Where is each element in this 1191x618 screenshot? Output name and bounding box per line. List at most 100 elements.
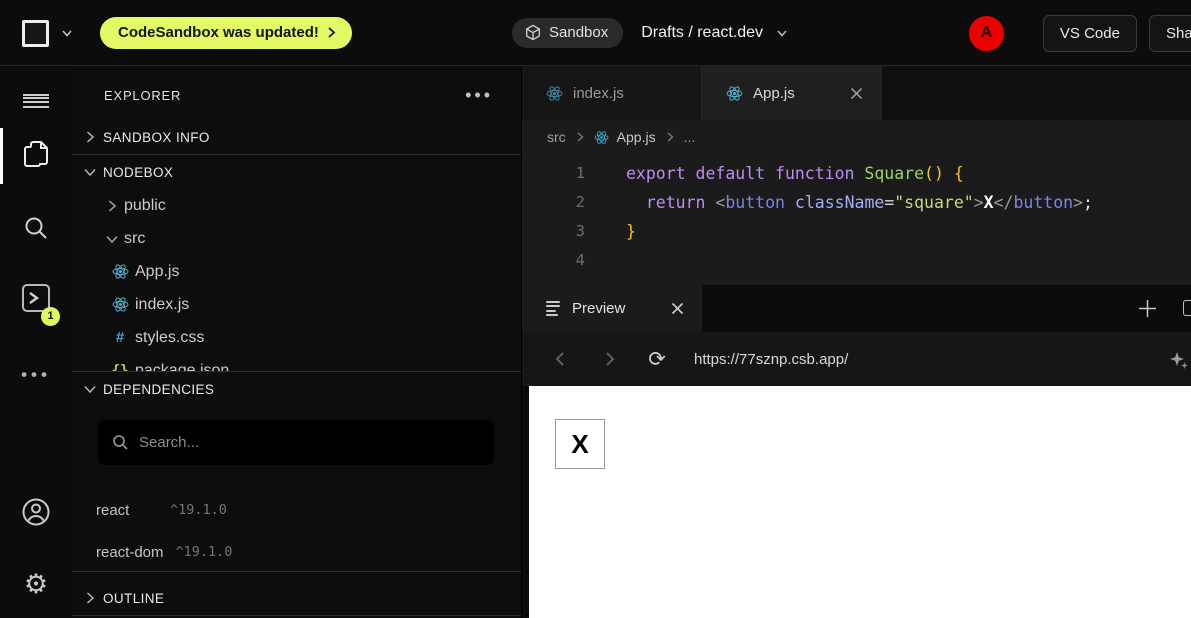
code-line[interactable]: 1export default function Square() {: [522, 159, 1191, 188]
section-label: OUTLINE: [103, 591, 164, 606]
dependency-react[interactable]: react ^19.1.0: [72, 489, 521, 531]
refresh-icon[interactable]: ⟳: [642, 347, 672, 372]
code-line-content: [585, 246, 626, 275]
preview-url[interactable]: https://77sznp.csb.app/: [694, 351, 848, 368]
editor-tab-bar: index.js App.js: [522, 66, 1191, 120]
chevron-right-icon: [103, 197, 121, 215]
breadcrumb-item[interactable]: src: [547, 129, 566, 145]
dependency-version: ^19.1.0: [170, 502, 227, 518]
split-view-icon[interactable]: [1183, 300, 1191, 316]
terminal-icon[interactable]: 1: [0, 283, 72, 317]
search-icon: [112, 434, 129, 451]
vs-code-button[interactable]: VS Code: [1043, 15, 1137, 52]
code-line[interactable]: 3}: [522, 217, 1191, 246]
tree-folder-public[interactable]: public: [72, 189, 521, 222]
close-icon[interactable]: [850, 87, 863, 100]
chevron-right-icon: [81, 128, 99, 146]
editor-tab-index.js[interactable]: index.js: [522, 66, 702, 120]
more-options-icon[interactable]: •••: [0, 358, 72, 392]
breadcrumb-separator-icon: [664, 131, 676, 143]
code-line[interactable]: 2 return <button className="square">X</b…: [522, 188, 1191, 217]
file-label: index.js: [135, 296, 189, 314]
breadcrumb-item[interactable]: App.js: [617, 129, 656, 145]
chevron-down-icon: [81, 380, 99, 398]
code-line[interactable]: 4: [522, 246, 1191, 275]
preview-url-bar: ⟳ https://77sznp.csb.app/: [522, 332, 1191, 386]
activity-bar: 1 ••• ⚙: [0, 66, 72, 618]
breadcrumb-separator-icon: [574, 131, 586, 143]
dependency-react-dom[interactable]: react-dom ^19.1.0: [72, 531, 521, 573]
main-area: 1 ••• ⚙ EXPLORER ••• SANDBOX INFO: [0, 66, 1191, 618]
react-file-icon: [546, 85, 563, 102]
dependency-name: react: [96, 502, 158, 519]
topbar-left-group: CodeSandbox was updated!: [22, 0, 352, 66]
section-sandbox-info[interactable]: SANDBOX INFO: [72, 122, 521, 152]
back-icon[interactable]: [546, 350, 576, 368]
tab-label: index.js: [573, 85, 624, 102]
react-file-icon: [111, 296, 129, 313]
update-banner-button[interactable]: CodeSandbox was updated!: [100, 17, 352, 49]
topbar-right-group: A VS Code Share: [969, 0, 1191, 66]
settings-gear-icon[interactable]: ⚙: [0, 567, 72, 601]
dependency-search: [98, 420, 494, 465]
terminal-badge: 1: [41, 307, 60, 326]
forward-icon[interactable]: [594, 350, 624, 368]
dependency-name: react-dom: [96, 544, 164, 561]
divider: [72, 615, 521, 616]
avatar-letter: A: [981, 24, 993, 42]
preview-tab-label: Preview: [572, 300, 625, 317]
sandbox-type-badge[interactable]: Sandbox: [512, 18, 623, 48]
preview-tab[interactable]: Preview: [522, 285, 702, 332]
line-number: 1: [522, 159, 585, 188]
section-dependencies[interactable]: DEPENDENCIES: [72, 374, 521, 404]
react-file-icon: [111, 263, 129, 280]
section-label: SANDBOX INFO: [103, 130, 210, 145]
code-line-content: export default function Square() {: [585, 159, 964, 188]
tree-file-index.js[interactable]: index.js: [72, 288, 521, 321]
sandbox-badge-label: Sandbox: [549, 24, 608, 41]
react-file-icon: [594, 130, 609, 145]
chevron-down-icon: [103, 230, 121, 248]
user-avatar[interactable]: A: [969, 16, 1004, 51]
tree-file-package.json[interactable]: {}package.json: [72, 354, 521, 371]
folder-label: public: [124, 197, 166, 215]
preview-tab-bar: Preview: [522, 285, 1191, 332]
account-icon[interactable]: [0, 495, 72, 529]
code-line-content: }: [585, 217, 636, 246]
section-label: DEPENDENCIES: [103, 382, 214, 397]
dependency-search-input[interactable]: [139, 434, 480, 451]
file-label: package.json: [135, 362, 229, 372]
line-number: 2: [522, 188, 585, 217]
tab-label: App.js: [753, 85, 795, 102]
top-bar: CodeSandbox was updated! Sandbox Drafts …: [0, 0, 1191, 66]
project-breadcrumb[interactable]: Drafts / react.dev: [641, 24, 789, 42]
chevron-down-icon: [81, 163, 99, 181]
explorer-sidebar: EXPLORER ••• SANDBOX INFO NODEBOX public…: [72, 66, 521, 618]
add-preview-icon[interactable]: [1138, 285, 1157, 332]
square-game-button[interactable]: X: [555, 419, 605, 469]
section-label: NODEBOX: [103, 165, 173, 180]
menu-hamburger-icon[interactable]: [0, 78, 72, 112]
file-label: App.js: [135, 263, 179, 281]
explorer-files-icon[interactable]: [0, 138, 72, 172]
section-nodebox[interactable]: NODEBOX: [72, 157, 521, 187]
search-icon[interactable]: [0, 211, 72, 245]
explorer-more-icon[interactable]: •••: [465, 85, 493, 106]
update-banner-label: CodeSandbox was updated!: [118, 24, 319, 41]
code-editor[interactable]: 1export default function Square() {2 ret…: [522, 154, 1191, 285]
breadcrumb: src App.js...: [522, 120, 1191, 154]
breadcrumb-item[interactable]: ...: [684, 129, 696, 145]
dependency-version: ^19.1.0: [176, 544, 233, 560]
close-icon[interactable]: [671, 302, 684, 315]
tree-file-styles.css[interactable]: #styles.css: [72, 321, 521, 354]
editor-tab-App.js[interactable]: App.js: [702, 66, 882, 120]
tree-folder-src[interactable]: src: [72, 222, 521, 255]
section-outline[interactable]: OUTLINE: [72, 583, 521, 613]
tree-file-App.js[interactable]: App.js: [72, 255, 521, 288]
codesandbox-logo-icon[interactable]: [22, 20, 49, 47]
share-button[interactable]: Share: [1149, 15, 1191, 52]
divider: [72, 371, 521, 372]
folder-label: src: [124, 230, 145, 248]
sparkle-icon[interactable]: [1169, 350, 1189, 375]
workspace-chevron-down-icon[interactable]: [60, 26, 74, 40]
